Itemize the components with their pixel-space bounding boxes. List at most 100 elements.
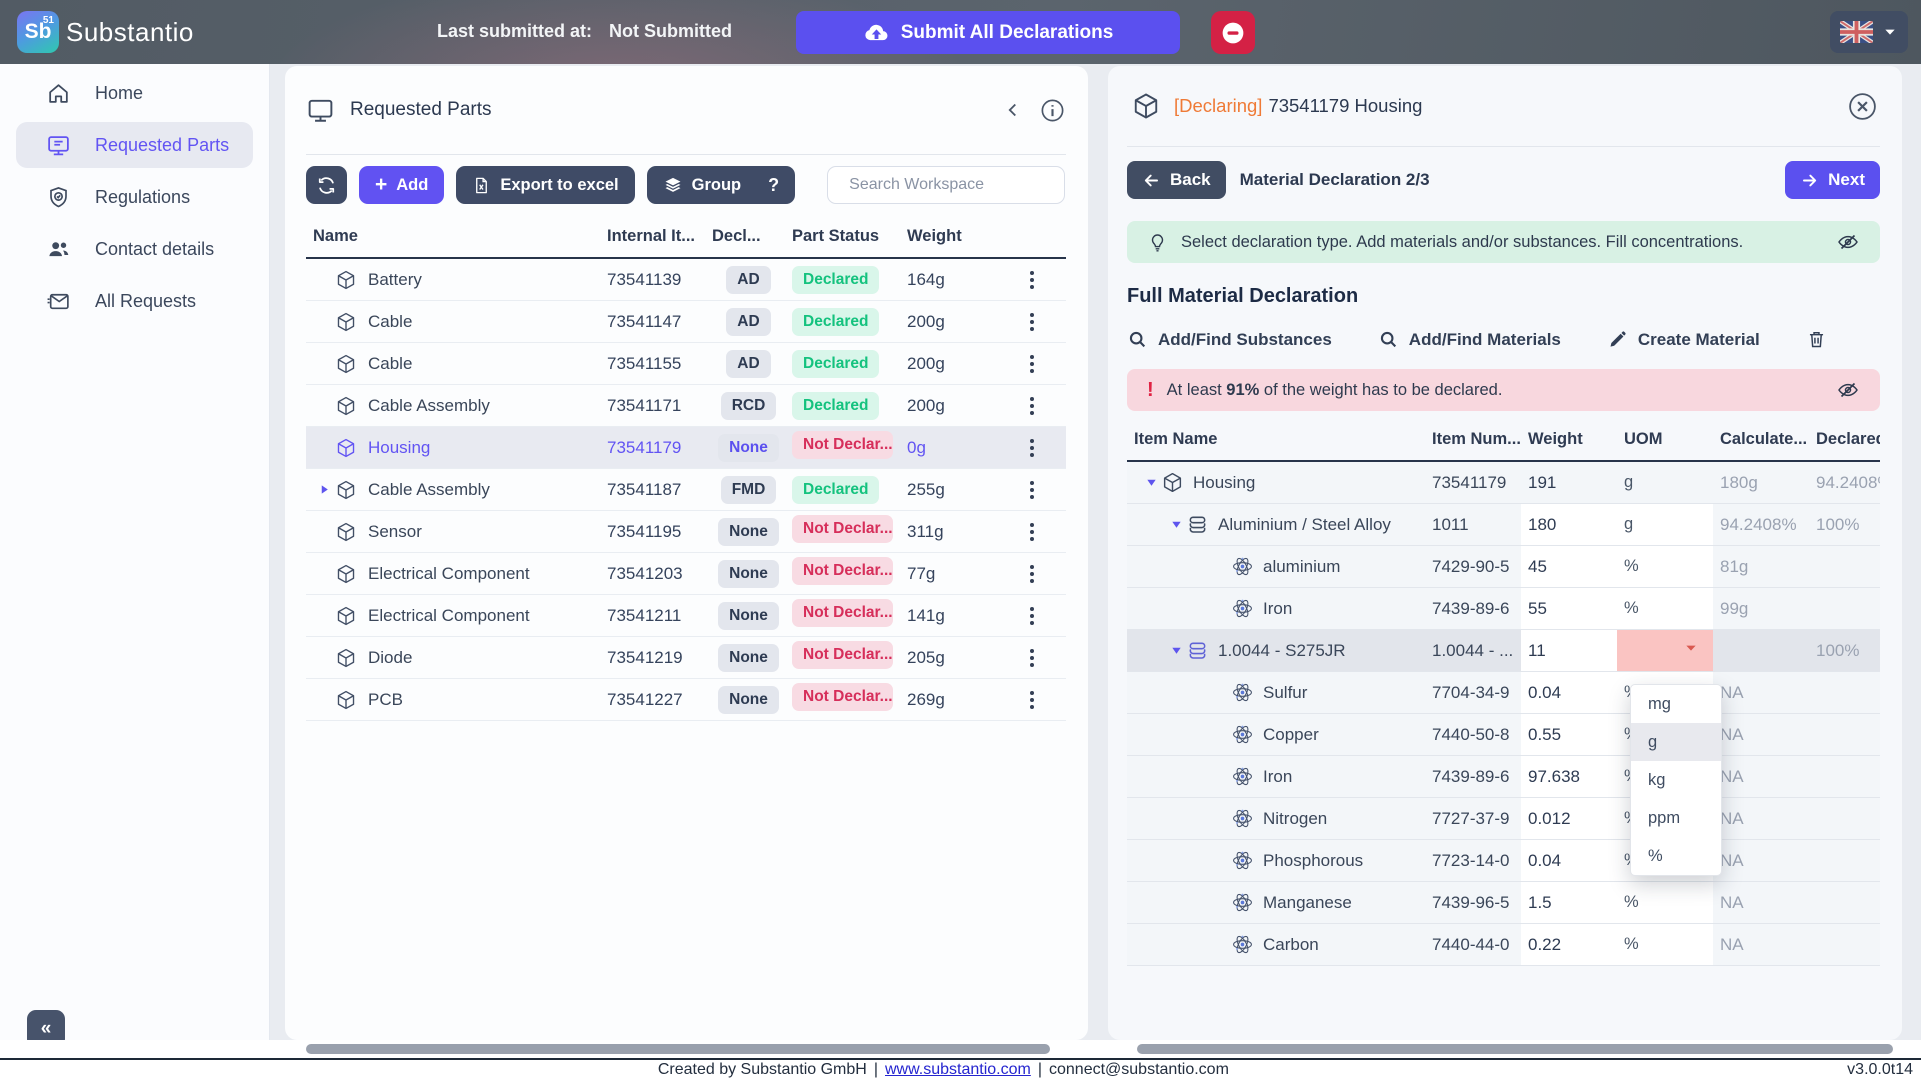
row-menu-button[interactable] <box>1024 517 1040 547</box>
item-uom-field[interactable]: g <box>1617 462 1713 503</box>
item-uom-field[interactable]: % <box>1617 588 1713 629</box>
declaration-table-row[interactable]: Housing 73541179 191 g 180g 94.2408% <box>1127 462 1880 504</box>
parts-panel-header: Requested Parts <box>306 66 1066 155</box>
item-name: Copper <box>1263 725 1319 745</box>
minus-circle-icon <box>1218 18 1248 48</box>
language-selector[interactable] <box>1830 11 1908 53</box>
sidebar-item-requested-parts[interactable]: Requested Parts <box>16 122 253 168</box>
item-weight-field[interactable]: 45 <box>1521 546 1617 587</box>
declaration-table-row[interactable]: aluminium 7429-90-5 45 % 81g <box>1127 546 1880 588</box>
part-table-row[interactable]: Electrical Component 73541203 None Not D… <box>306 553 1066 595</box>
row-menu-button[interactable] <box>1024 601 1040 631</box>
item-uom-field[interactable]: % <box>1617 546 1713 587</box>
row-menu-button[interactable] <box>1024 685 1040 715</box>
add-find-substances-button[interactable]: Add/Find Substances <box>1127 329 1332 350</box>
row-menu-button[interactable] <box>1024 307 1040 337</box>
tree-caret-icon[interactable] <box>1166 645 1186 656</box>
item-weight-field[interactable]: 55 <box>1521 588 1617 629</box>
declaration-table-row[interactable]: Iron 7439-89-6 55 % 99g <box>1127 588 1880 630</box>
hide-hint-button[interactable] <box>1836 230 1860 254</box>
declaration-table-row[interactable]: Carbon 7440-44-0 0.22 % NA <box>1127 924 1880 966</box>
delete-button[interactable] <box>1806 329 1827 350</box>
row-menu-button[interactable] <box>1024 433 1040 463</box>
uom-option[interactable]: kg <box>1631 761 1721 799</box>
cube-icon <box>335 395 357 417</box>
footer-website-link[interactable]: www.substantio.com <box>885 1061 1031 1078</box>
tree-caret-icon[interactable] <box>1166 519 1186 530</box>
row-menu-button[interactable] <box>1024 265 1040 295</box>
part-table-row[interactable]: Cable 73541155 AD Declared 200g <box>306 343 1066 385</box>
row-menu-button[interactable] <box>1024 349 1040 379</box>
part-table-row[interactable]: Diode 73541219 None Not Declar... 205g <box>306 637 1066 679</box>
declaration-table-row[interactable]: Copper 7440-50-8 0.55 % NA <box>1127 714 1880 756</box>
row-menu-button[interactable] <box>1024 391 1040 421</box>
part-table-row[interactable]: Housing 73541179 None Not Declar... 0g <box>306 427 1066 469</box>
back-button[interactable]: Back <box>1127 161 1226 199</box>
part-table-row[interactable]: Battery 73541139 AD Declared 164g <box>306 259 1066 301</box>
part-table-row[interactable]: Cable Assembly 73541187 FMD Declared 255… <box>306 469 1066 511</box>
uom-dropdown-caret-icon[interactable] <box>1683 640 1699 661</box>
part-weight: 205g <box>900 648 990 668</box>
declaration-table-row[interactable]: Sulfur 7704-34-9 0.04 % NA <box>1127 672 1880 714</box>
item-weight-field[interactable]: 11 <box>1521 630 1617 671</box>
collapse-panel-button[interactable] <box>1002 99 1024 121</box>
item-uom-field[interactable] <box>1617 630 1713 671</box>
row-menu-button[interactable] <box>1024 475 1040 505</box>
item-uom-field[interactable]: g <box>1617 504 1713 545</box>
expand-caret-icon[interactable] <box>313 484 335 495</box>
search-input[interactable] <box>849 176 1056 194</box>
uom-option[interactable]: ppm <box>1631 799 1721 837</box>
uom-option[interactable]: % <box>1631 837 1721 875</box>
info-button[interactable] <box>1039 97 1066 124</box>
part-table-row[interactable]: Cable Assembly 73541171 RCD Declared 200… <box>306 385 1066 427</box>
part-table-row[interactable]: PCB 73541227 None Not Declar... 269g <box>306 679 1066 721</box>
row-menu-button[interactable] <box>1024 643 1040 673</box>
create-material-button[interactable]: Create Material <box>1607 329 1760 350</box>
row-menu-button[interactable] <box>1024 559 1040 589</box>
uom-option[interactable]: mg <box>1631 685 1721 723</box>
declaration-table-row[interactable]: Aluminium / Steel Alloy 1011 180 g 94.24… <box>1127 504 1880 546</box>
item-uom-field[interactable]: % <box>1617 924 1713 965</box>
submit-all-declarations-button[interactable]: Submit All Declarations <box>796 11 1180 54</box>
sidebar-item-home[interactable]: Home <box>16 70 253 116</box>
declaration-table-row[interactable]: Iron 7439-89-6 97.638 % NA <box>1127 756 1880 798</box>
next-button[interactable]: Next <box>1785 161 1880 199</box>
item-weight-field[interactable]: 0.22 <box>1521 924 1617 965</box>
help-icon[interactable]: ? <box>768 175 779 196</box>
excel-file-icon <box>472 176 491 195</box>
item-weight-field[interactable]: 0.55 <box>1521 714 1617 755</box>
item-weight-field[interactable]: 1.5 <box>1521 882 1617 923</box>
declaration-table-row[interactable]: Nitrogen 7727-37-9 0.012 % NA <box>1127 798 1880 840</box>
item-weight-field[interactable]: 0.04 <box>1521 672 1617 713</box>
item-uom-field[interactable]: % <box>1617 882 1713 923</box>
item-weight-field[interactable]: 180 <box>1521 504 1617 545</box>
close-panel-button[interactable] <box>1847 91 1878 122</box>
parts-horizontal-scrollbar[interactable] <box>306 1044 1050 1054</box>
group-button[interactable]: Group ? <box>647 166 796 204</box>
declaration-horizontal-scrollbar[interactable] <box>1137 1044 1893 1054</box>
sidebar-item-label: Requested Parts <box>95 135 229 156</box>
declaration-table-row[interactable]: 1.0044 - S275JR 1.0044 - ... 11 100% <box>1127 630 1880 672</box>
declaration-table-row[interactable]: Phosphorous 7723-14-0 0.04 % NA <box>1127 840 1880 882</box>
sidebar-item-regulations[interactable]: Regulations <box>16 174 253 220</box>
part-table-row[interactable]: Sensor 73541195 None Not Declar... 311g <box>306 511 1066 553</box>
uom-option[interactable]: g <box>1631 723 1721 761</box>
part-table-row[interactable]: Electrical Component 73541211 None Not D… <box>306 595 1066 637</box>
item-weight-field[interactable]: 0.04 <box>1521 840 1617 881</box>
hide-warning-button[interactable] <box>1836 378 1860 402</box>
declaration-table-row[interactable]: Manganese 7439-96-5 1.5 % NA <box>1127 882 1880 924</box>
back-label: Back <box>1170 170 1211 190</box>
declaration-type-badge: None <box>718 560 779 588</box>
item-weight-field[interactable]: 191 <box>1521 462 1617 503</box>
item-weight-field[interactable]: 0.012 <box>1521 798 1617 839</box>
item-weight-field[interactable]: 97.638 <box>1521 756 1617 797</box>
sidebar-item-all-requests[interactable]: All Requests <box>16 278 253 324</box>
tree-caret-icon[interactable] <box>1141 477 1161 488</box>
add-part-button[interactable]: + Add <box>359 166 444 204</box>
refresh-button[interactable] <box>306 166 347 204</box>
add-find-materials-button[interactable]: Add/Find Materials <box>1378 329 1561 350</box>
stop-submission-button[interactable] <box>1211 11 1255 54</box>
sidebar-item-contact-details[interactable]: Contact details <box>16 226 253 272</box>
part-table-row[interactable]: Cable 73541147 AD Declared 200g <box>306 301 1066 343</box>
export-excel-button[interactable]: Export to excel <box>456 166 634 204</box>
